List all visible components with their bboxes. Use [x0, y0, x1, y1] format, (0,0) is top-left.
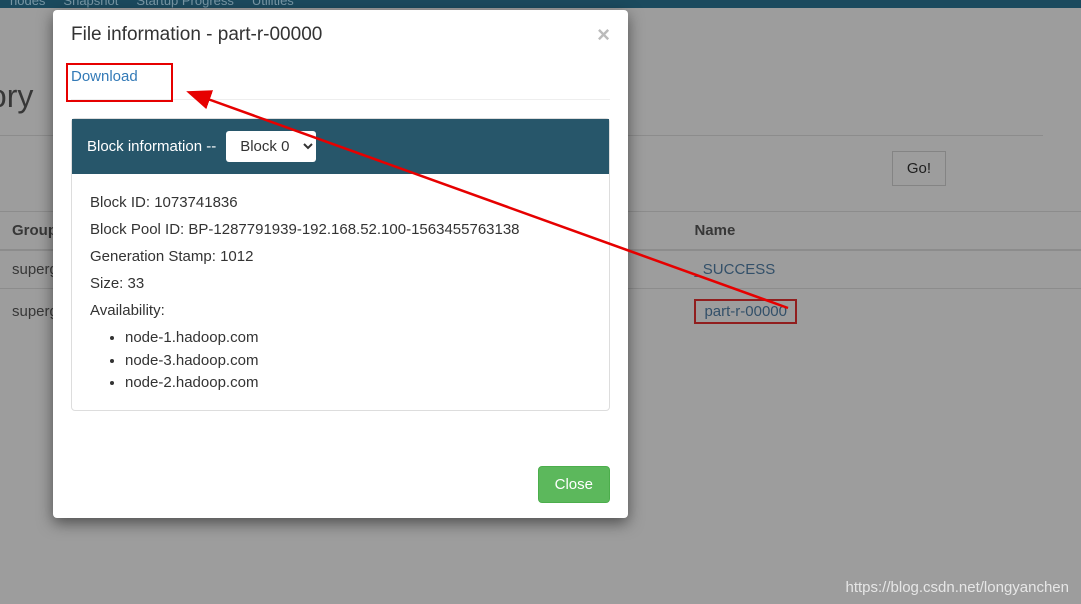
- modal-header: File information - part-r-00000 ×: [53, 10, 628, 60]
- block-header-label: Block information --: [87, 138, 216, 155]
- close-button[interactable]: Close: [538, 466, 610, 503]
- nav-item[interactable]: Startup Progress: [136, 0, 234, 8]
- availability-list: node-1.hadoop.com node-3.hadoop.com node…: [125, 327, 591, 395]
- nav-item[interactable]: Snapshot: [63, 0, 118, 8]
- nav-item[interactable]: Utilities: [252, 0, 294, 8]
- block-info-panel: Block information -- Block 0 Block ID: 1…: [71, 118, 610, 411]
- list-item: node-2.hadoop.com: [125, 372, 591, 395]
- file-info-modal: File information - part-r-00000 × Downlo…: [53, 10, 628, 518]
- block-id-row: Block ID: 1073741836: [90, 189, 591, 216]
- availability-row: Availability: node-1.hadoop.com node-3.h…: [90, 297, 591, 395]
- download-section: Download: [71, 60, 610, 100]
- pool-id-row: Block Pool ID: BP-1287791939-192.168.52.…: [90, 216, 591, 243]
- modal-title: File information - part-r-00000: [71, 24, 322, 46]
- block-select[interactable]: Block 0: [226, 131, 316, 162]
- modal-footer: Close: [53, 456, 628, 503]
- block-info-header: Block information -- Block 0: [72, 119, 609, 174]
- block-info-body: Block ID: 1073741836 Block Pool ID: BP-1…: [72, 174, 609, 410]
- list-item: node-3.hadoop.com: [125, 350, 591, 373]
- modal-body: Download Block information -- Block 0 Bl…: [53, 60, 628, 411]
- gen-stamp-row: Generation Stamp: 1012: [90, 243, 591, 270]
- download-link[interactable]: Download: [71, 68, 138, 85]
- watermark: https://blog.csdn.net/longyanchen: [846, 579, 1070, 596]
- size-row: Size: 33: [90, 270, 591, 297]
- top-nav: nodes Snapshot Startup Progress Utilitie…: [0, 0, 1081, 8]
- close-icon[interactable]: ×: [597, 24, 610, 46]
- list-item: node-1.hadoop.com: [125, 327, 591, 350]
- nav-item[interactable]: nodes: [10, 0, 45, 8]
